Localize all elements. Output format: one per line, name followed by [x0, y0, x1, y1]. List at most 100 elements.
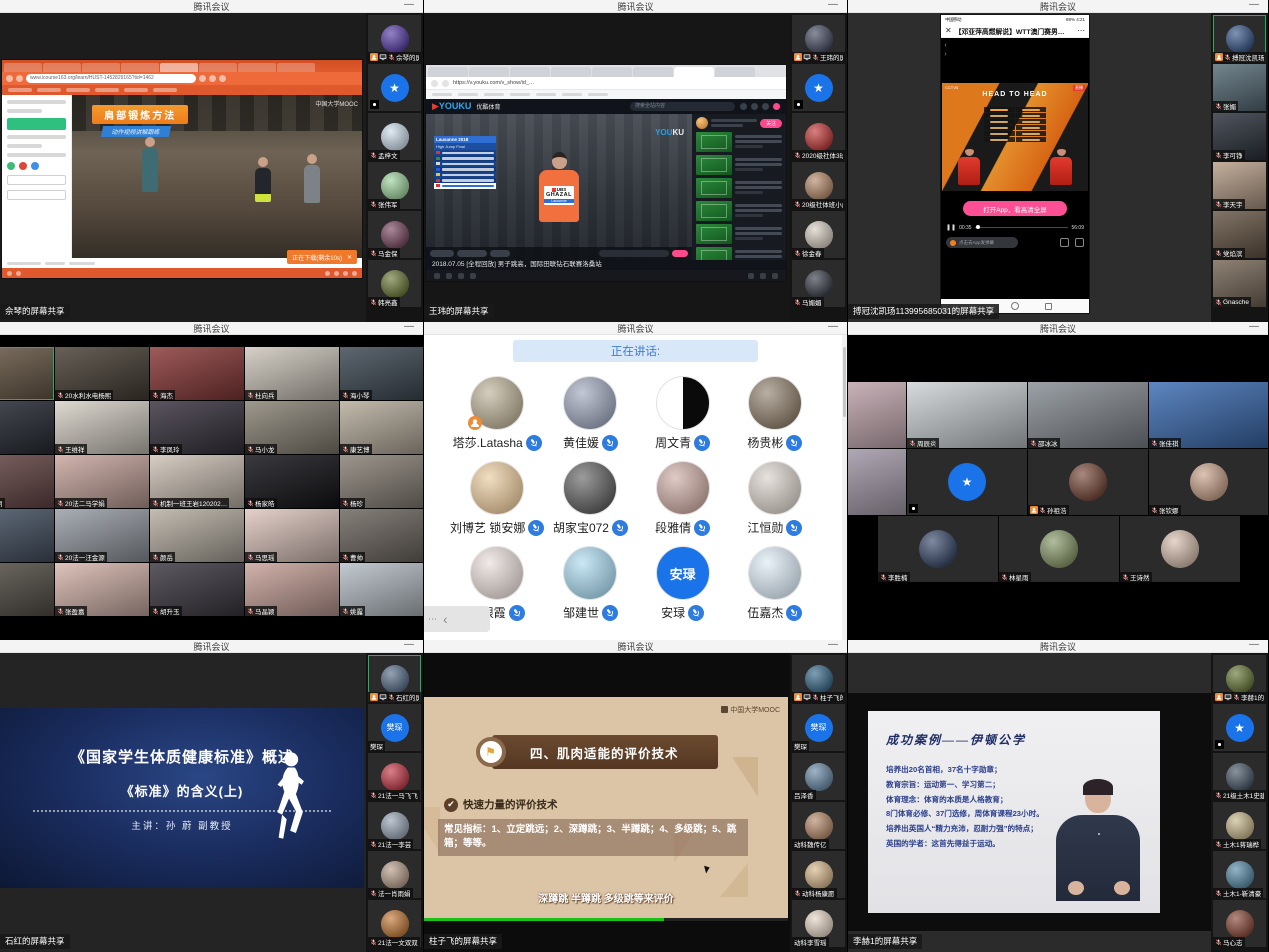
participant-thumbnail[interactable]: 徐金春: [792, 211, 845, 258]
minimize-button[interactable]: —: [828, 640, 838, 650]
participant-thumbnail[interactable]: 21法一文双双: [368, 900, 421, 947]
participant-thumbnail[interactable]: 搏冠沈凯玚1: [1213, 15, 1266, 62]
participant-thumbnail[interactable]: 2020级社体3班王: [792, 113, 845, 160]
related-video-item[interactable]: [696, 201, 782, 221]
participant-thumbnail[interactable]: [848, 449, 906, 515]
open-app-button[interactable]: 打开App，看高清全屏: [963, 201, 1067, 216]
youku-video-player[interactable]: Lausanne 2018 High Jump Final: [426, 114, 692, 260]
related-video-item[interactable]: [696, 224, 782, 244]
minimize-button[interactable]: —: [404, 0, 414, 10]
browser-url-bar[interactable]: https://v.youku.com/v_show/id_…: [426, 77, 786, 90]
playback-progress[interactable]: ❚❚ 00:35 56:09: [946, 224, 1084, 231]
window-titlebar[interactable]: 腾讯会议 —: [0, 640, 423, 653]
participant-thumbnail[interactable]: 杜向兵: [245, 347, 339, 400]
participant-thumbnail[interactable]: 佘琴的屏幕共享: [368, 15, 421, 62]
channel-card[interactable]: 关注: [696, 117, 782, 129]
participant-thumbnail[interactable]: 王玮的屏幕共享: [792, 15, 845, 62]
download-toast[interactable]: 正在下载(剩余10s) ✕: [287, 250, 357, 264]
participant-thumbnail[interactable]: 颜岳: [150, 509, 244, 562]
participant-thumbnail[interactable]: 动科李雪瑶: [792, 900, 845, 947]
bookmarks-bar[interactable]: [426, 90, 786, 99]
participant-thumbnail[interactable]: 韩亮鑫: [368, 260, 421, 307]
participant-thumbnail[interactable]: ★: [1213, 704, 1266, 751]
minimize-button[interactable]: —: [828, 0, 838, 10]
like-icon[interactable]: [1060, 238, 1069, 247]
minimize-button[interactable]: —: [1249, 640, 1259, 650]
participant-thumbnail[interactable]: 党焰滨: [1213, 211, 1266, 258]
sidebar-active-item[interactable]: [7, 118, 66, 130]
participant-thumbnail[interactable]: 李凤玲: [150, 401, 244, 454]
player-controls[interactable]: [426, 247, 692, 260]
participant-thumbnail[interactable]: 健: [0, 509, 54, 562]
participant-thumbnail[interactable]: 21法一李芸: [368, 802, 421, 849]
minimize-button[interactable]: —: [404, 640, 414, 650]
participant-thumbnail[interactable]: 周辰炎: [907, 382, 1027, 448]
participant-thumbnail[interactable]: 李胜楠: [878, 516, 998, 582]
participant-thumbnail[interactable]: ★: [907, 449, 1027, 515]
share-icons[interactable]: [7, 162, 66, 170]
participant-thumbnail[interactable]: 柱子飞的屏幕共享: [792, 655, 845, 702]
participant-thumbnail[interactable]: 王维祥: [55, 401, 149, 454]
participant-thumbnail[interactable]: 马媚媚: [792, 260, 845, 307]
participant-thumbnail[interactable]: 杨家皓: [245, 455, 339, 508]
speaker-cell[interactable]: 周文青: [637, 376, 729, 451]
participant-thumbnail[interactable]: 张盈嘉: [55, 563, 149, 616]
speaker-cell[interactable]: 段雅倩: [637, 461, 729, 536]
speaker-cell[interactable]: 刘博艺 锁安娜: [450, 461, 544, 536]
speaker-cell[interactable]: 江恒勋: [729, 461, 821, 536]
participant-thumbnail[interactable]: 勇: [0, 347, 54, 400]
progress-track[interactable]: [975, 227, 1069, 229]
related-video-item[interactable]: [696, 155, 782, 175]
window-titlebar[interactable]: 腾讯会议 —: [424, 322, 847, 335]
window-titlebar[interactable]: 腾讯会议 —: [0, 0, 423, 13]
related-video-item[interactable]: [696, 132, 782, 152]
minimize-button[interactable]: —: [1249, 0, 1259, 10]
participant-thumbnail[interactable]: 胡升玉: [150, 563, 244, 616]
bookmarks-bar[interactable]: [2, 85, 362, 95]
participant-thumbnail[interactable]: 马晶颖: [245, 563, 339, 616]
participant-thumbnail[interactable]: 石红的屏幕共享: [368, 655, 421, 702]
participant-thumbnail[interactable]: 李天宇: [1213, 162, 1266, 209]
participant-thumbnail[interactable]: 20法二马学娟: [55, 455, 149, 508]
participant-thumbnail[interactable]: 马思瑶: [245, 509, 339, 562]
participant-thumbnail[interactable]: 张伟军: [368, 162, 421, 209]
participant-thumbnail[interactable]: 马心志: [1213, 900, 1266, 947]
participant-thumbnail[interactable]: 孟梓文: [368, 113, 421, 160]
participant-thumbnail[interactable]: 杨珍: [340, 455, 423, 508]
participant-thumbnail[interactable]: 20水利水电杨熙: [55, 347, 149, 400]
collapse-arrow-icon[interactable]: ‹: [443, 611, 448, 627]
window-titlebar[interactable]: 腾讯会议 —: [424, 640, 847, 653]
participant-thumbnail[interactable]: 邵冰冰: [1028, 382, 1148, 448]
url-text[interactable]: https://v.youku.com/v_show/id_…: [453, 80, 535, 86]
speaker-cell[interactable]: 邹建世: [544, 546, 636, 621]
speaker-cell[interactable]: 杨贵彬: [729, 376, 821, 451]
participant-thumbnail[interactable]: 张钦娜: [1149, 449, 1268, 515]
speaker-cell[interactable]: 塔莎.Latasha: [450, 376, 544, 451]
speaker-cell[interactable]: 黄佳媛: [544, 376, 636, 451]
participant-thumbnail[interactable]: 二班伍红丽: [0, 455, 54, 508]
browser-tab-strip[interactable]: [2, 60, 362, 72]
participant-thumbnail[interactable]: 海小琴: [340, 347, 423, 400]
toast-close-icon[interactable]: ✕: [347, 254, 352, 261]
related-video-item[interactable]: [696, 247, 782, 260]
participant-thumbnail[interactable]: 土木1蒋瑞桦: [1213, 802, 1266, 849]
participant-thumbnail[interactable]: 李可铮: [1213, 113, 1266, 160]
participant-thumbnail[interactable]: 樊琛 樊琛: [368, 704, 421, 751]
participant-thumbnail[interactable]: 动科魏传亿: [792, 802, 845, 849]
participant-thumbnail[interactable]: 王诗然: [1120, 516, 1240, 582]
window-titlebar[interactable]: 腾讯会议 —: [848, 640, 1268, 653]
participant-thumbnail[interactable]: 曹帅: [340, 509, 423, 562]
participant-thumbnail[interactable]: 康艺博: [340, 401, 423, 454]
participant-thumbnail[interactable]: 20法一汪金源: [55, 509, 149, 562]
danmaku-input[interactable]: 点击去App发弹幕: [946, 237, 1018, 248]
participant-thumbnail[interactable]: Gnasche: [1213, 260, 1266, 307]
minimize-button[interactable]: —: [828, 322, 838, 332]
participant-thumbnail[interactable]: 张佳祺: [1149, 382, 1268, 448]
search-input[interactable]: 搜索全站内容: [630, 102, 735, 111]
window-titlebar[interactable]: 腾讯会议 —: [0, 322, 423, 335]
participant-thumbnail[interactable]: 土木1-靳清豪: [1213, 851, 1266, 898]
more-icon[interactable]: ⋯: [428, 614, 437, 625]
browser-url-bar[interactable]: www.icourse163.org/learn/HUST-1452829165…: [2, 72, 362, 85]
phone-video-area[interactable]: CCTV5 直播 HEAD TO HEAD 打开App，看高清全屏: [941, 38, 1089, 299]
share-icon[interactable]: [1075, 238, 1084, 247]
